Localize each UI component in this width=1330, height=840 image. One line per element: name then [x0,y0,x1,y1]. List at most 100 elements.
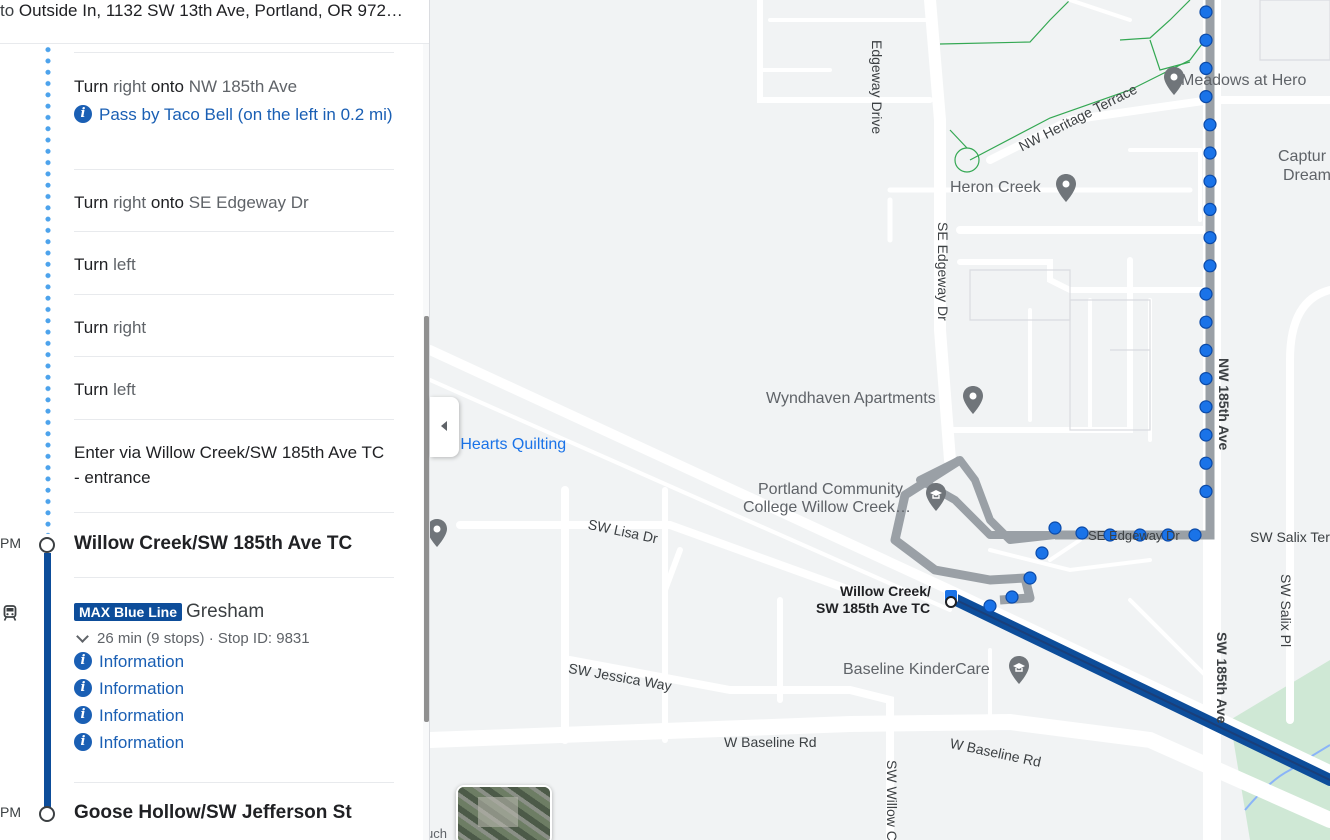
walk-route-dot [1199,33,1213,47]
panel-scrollbar-thumb[interactable] [424,316,429,722]
divider [74,169,394,170]
destination-line[interactable]: to Outside In, 1132 SW 13th Ave, Portlan… [0,0,410,22]
transit-leg: MAX Blue Line Gresham 26 min (9 stops) · … [74,601,394,756]
train-icon [3,605,17,621]
divider [74,356,394,357]
info-icon: i [74,706,92,724]
transit-line-row[interactable]: MAX Blue Line Gresham [74,601,394,627]
road-sw-salix-ter: SW Salix Ter [1250,529,1330,545]
walk-route-dot [1035,546,1049,560]
walk-route-dot [1203,146,1217,160]
road-se-edgeway-horizontal: SE Edgeway Dr [1088,528,1180,543]
map-canvas[interactable]: Meadows at Hero Captur Dream Heron Creek… [430,0,1330,840]
place-kindercare[interactable]: Baseline KinderCare [843,661,990,679]
board-stop-name[interactable]: Willow Creek/SW 185th Ave TC [74,533,352,555]
road-sw-willow: SW Willow C [884,760,900,840]
walk-route-dot [1199,484,1213,498]
school-pin-icon[interactable] [1008,655,1030,685]
directions-header: to Outside In, 1132 SW 13th Ave, Portlan… [0,0,429,44]
wyndhaven-pin-icon[interactable] [962,385,984,415]
walk-route-dot [1203,174,1217,188]
satellite-layer-thumbnail[interactable] [456,785,552,840]
place-capture-2[interactable]: Dream [1283,167,1330,185]
directions-panel: to Outside In, 1132 SW 13th Ave, Portlan… [0,0,430,840]
trip-details-toggle[interactable]: 26 min (9 stops) · Stop ID: 9831 [74,630,394,647]
alight-stop-circle [39,806,55,822]
place-pcc-line2[interactable]: College Willow Creek… [743,499,911,517]
heron-creek-pin-icon[interactable] [1055,173,1077,203]
road-sw-185th: SW 185th Ave [1214,632,1230,724]
divider [74,231,394,232]
alert-information-4[interactable]: i Information [74,729,394,756]
walk-route-dot [1199,400,1213,414]
walk-route-dot [1203,202,1217,216]
board-stop-circle [39,537,55,553]
college-pin-icon[interactable] [925,482,947,512]
walk-route-dot [1005,590,1019,604]
alight-time: PM [0,804,21,820]
alert-information-2[interactable]: i Information [74,675,394,702]
step-turn-left-2[interactable]: Turn left [74,377,394,402]
place-hearts-quilting[interactable]: e Hearts Quilting [447,436,566,454]
meadows-pin-icon[interactable] [1163,66,1185,96]
info-icon: i [74,679,92,697]
info-icon: i [74,652,92,670]
divider [74,419,394,420]
transit-timeline [44,553,51,808]
walking-timeline [45,44,51,534]
alert-information-1[interactable]: i Information [74,648,394,675]
stop-id: Stop ID: 9831 [217,630,310,647]
quilting-pin-icon[interactable] [430,518,448,548]
station-label-2[interactable]: SW 185th Ave TC [816,600,930,616]
walk-route-dot [1199,456,1213,470]
road-se-edgeway-vertical: SE Edgeway Dr [935,222,951,321]
board-time: PM [0,535,21,551]
place-heron-creek[interactable]: Heron Creek [950,179,1041,197]
station-label-1[interactable]: Willow Creek/ [840,583,931,599]
walk-route-dot [1048,521,1062,535]
divider [74,294,394,295]
walk-route-dot [1199,372,1213,386]
pass-by-link[interactable]: i Pass by Taco Bell (on the left in 0.2 … [74,101,394,128]
walk-route-dot [1203,118,1217,132]
place-capture-1[interactable]: Captur [1278,148,1326,166]
step-turn-right-2[interactable]: Turn right [74,315,394,340]
step-enter-station[interactable]: Enter via Willow Creek/SW 185th Ave TC -… [74,440,394,490]
walk-route-dot [1075,526,1089,540]
step-turn-left-1[interactable]: Turn left [74,252,394,277]
info-icon: i [74,733,92,751]
walk-route-dot [1188,528,1202,542]
headsign: Gresham [186,601,265,622]
trip-duration: 26 min (9 stops) [97,630,205,647]
pass-by-text: Pass by Taco Bell (on the left in 0.2 mi… [99,105,393,124]
walk-route-dot [1203,259,1217,273]
walk-route-dot [1023,571,1037,585]
divider [74,52,394,53]
alight-stop-name[interactable]: Goose Hollow/SW Jefferson St [74,802,352,824]
place-pcc-line1[interactable]: Portland Community [758,481,903,499]
place-meadows[interactable]: Meadows at Hero [1181,72,1306,90]
walk-route-dot [1199,89,1213,104]
road-nw-185th: NW 185th Ave [1216,358,1232,451]
header-prefix: to [0,1,15,20]
destination-address: Outside In, 1132 SW 13th Ave, Portland, … [18,1,403,20]
line-badge: MAX Blue Line [74,603,183,621]
collapse-panel-button[interactable] [430,397,459,457]
divider [74,577,394,578]
step-turn-right-edgeway[interactable]: Turn right onto SE Edgeway Dr [74,190,394,215]
walk-route-dot [1199,428,1213,442]
place-wyndhaven[interactable]: Wyndhaven Apartments [766,390,936,408]
alert-information-3[interactable]: i Information [74,702,394,729]
chevron-down-icon [76,630,89,643]
step-turn-right-185th[interactable]: Turn right onto NW 185th Ave i Pass by T… [74,74,394,128]
walk-route-dot [1199,287,1213,301]
walk-route-dot [1199,5,1213,19]
walk-route-dot [1199,343,1213,357]
divider [74,512,394,513]
info-icon: i [74,105,92,123]
place-cut-label: uch [430,826,447,840]
walk-route-dot [983,599,997,613]
road-edgeway-drive: Edgeway Drive [869,40,885,135]
divider [74,782,394,783]
board-stop-marker[interactable] [945,596,957,608]
